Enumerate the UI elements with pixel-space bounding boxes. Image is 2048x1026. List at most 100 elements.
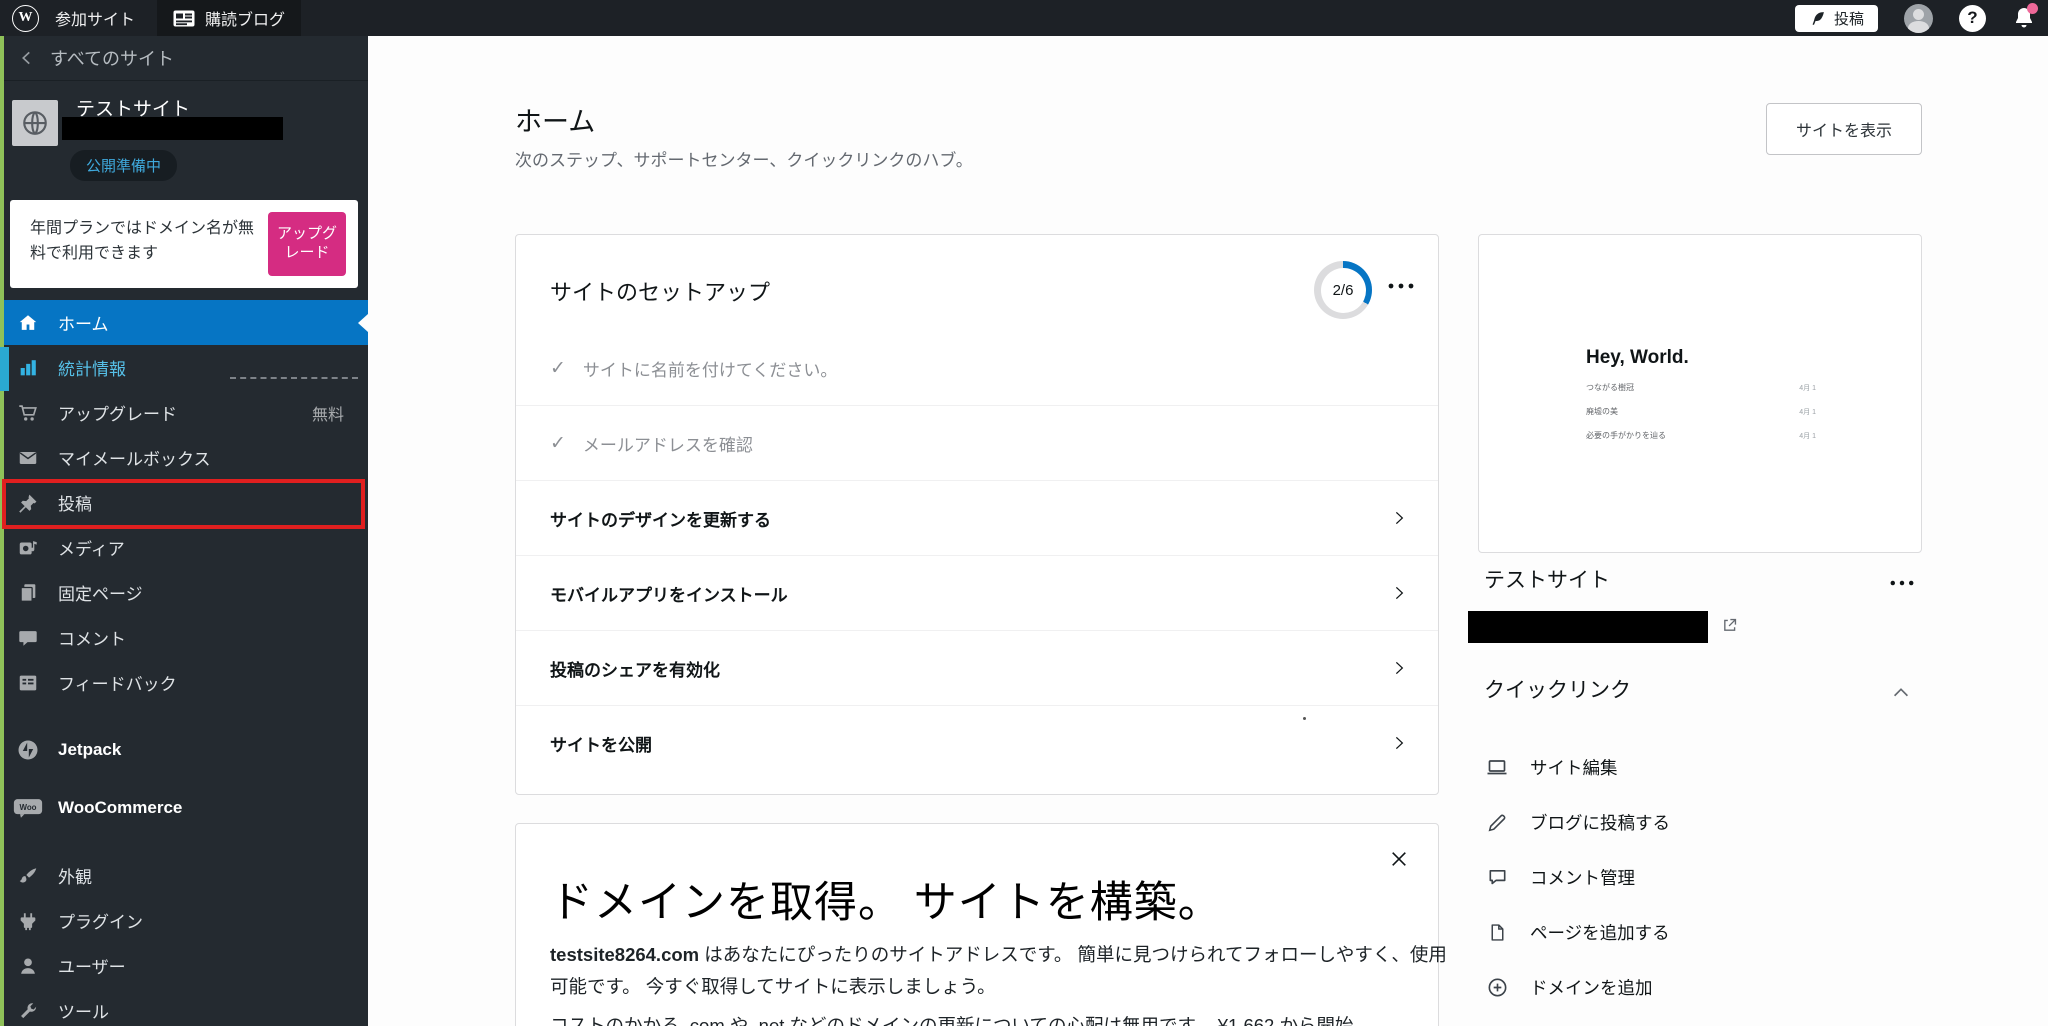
- sidebar-item-label: フィードバック: [58, 670, 177, 695]
- sidebar-item-label: マイメールボックス: [58, 445, 211, 470]
- annotation-red-box: [2, 479, 365, 529]
- quick-link-label: ページを追加する: [1530, 920, 1670, 945]
- preview-post-date: 4月 1: [1799, 431, 1816, 441]
- plugin-icon: [13, 910, 43, 932]
- notification-dot: [2027, 3, 2038, 14]
- external-link-icon[interactable]: [1721, 617, 1738, 634]
- task-name-your-site[interactable]: ✓ サイトに名前を付けてください。: [516, 331, 1438, 405]
- task-label: メールアドレスを確認: [583, 431, 753, 456]
- back-chevron-icon: [18, 49, 36, 67]
- task-enable-sharing[interactable]: 投稿のシェアを有効化: [516, 630, 1438, 705]
- topbar-left: W 参加サイト 購読ブログ: [0, 0, 301, 36]
- sidebar-item-inbox[interactable]: マイメールボックス: [0, 435, 368, 480]
- check-icon: ✓: [550, 432, 566, 455]
- all-sites-back-link[interactable]: すべてのサイト: [0, 36, 368, 81]
- preview-post-row: 廃墟の美 4月 1: [1586, 406, 1816, 417]
- sidebar-item-label: 投稿: [58, 490, 92, 515]
- plus-circle-icon: [1484, 976, 1510, 999]
- notifications-bell-icon[interactable]: [2012, 6, 2036, 30]
- sidebar-item-jetpack[interactable]: Jetpack: [0, 721, 368, 779]
- preview-post-row: つながる樹冠 4月 1: [1586, 382, 1816, 393]
- setup-card-title: サイトのセットアップ: [550, 275, 770, 307]
- preview-post-date: 4月 1: [1799, 383, 1816, 393]
- sidebar-item-posts[interactable]: 投稿: [0, 480, 368, 525]
- suggested-domain: testsite8264.com: [550, 944, 699, 965]
- task-label: サイトのデザインを更新する: [550, 506, 771, 531]
- quick-link-write-post[interactable]: ブログに投稿する: [1484, 795, 1922, 850]
- my-sites-label: 参加サイト: [55, 6, 135, 30]
- site-preview-card[interactable]: Hey, World. つながる樹冠 4月 1 廃墟の美 4月 1 必要の手がか…: [1478, 234, 1922, 553]
- preview-post-title: 廃墟の美: [1586, 406, 1618, 417]
- sidebar-item-tools[interactable]: ツール: [0, 988, 368, 1026]
- wordpress-logo-icon[interactable]: W: [12, 5, 39, 32]
- quick-link-label: ドメインを追加: [1530, 975, 1653, 1000]
- sidebar-item-label: コメント: [58, 625, 126, 650]
- sidebar-item-users[interactable]: ユーザー: [0, 943, 368, 988]
- preview-post-title: つながる樹冠: [1586, 382, 1634, 393]
- task-install-app[interactable]: モバイルアプリをインストール: [516, 555, 1438, 630]
- rail-site-title: テストサイト: [1484, 564, 1610, 594]
- right-rail: Hey, World. つながる樹冠 4月 1 廃墟の美 4月 1 必要の手がか…: [1478, 234, 1922, 1026]
- sidebar-item-appearance[interactable]: 外観: [0, 853, 368, 898]
- domain-card-cutoff-line: コストのかかる .com や .net などのドメインの更新についての心配は無用…: [550, 1012, 1452, 1026]
- sidebar-item-media[interactable]: メディア: [0, 525, 368, 570]
- sidebar-item-pages[interactable]: 固定ページ: [0, 570, 368, 615]
- quick-link-add-domain[interactable]: ドメインを追加: [1484, 960, 1922, 1015]
- setup-progress-ring: 2/6: [1314, 261, 1372, 319]
- sidebar-menu: ホーム 統計情報 アップグレード 無料 マイメールボックス 投稿: [0, 300, 368, 1026]
- upgrade-button[interactable]: アップグレード: [268, 212, 346, 276]
- stats-icon: [13, 357, 43, 379]
- chevron-up-icon[interactable]: [1890, 682, 1912, 704]
- site-globe-icon: [12, 100, 58, 146]
- view-site-button[interactable]: サイトを表示: [1766, 103, 1922, 155]
- sidebar-item-stats[interactable]: 統計情報: [0, 345, 368, 390]
- left-edge-green-strip: [0, 36, 4, 1026]
- sidebar-item-label: プラグイン: [58, 908, 143, 933]
- sidebar-item-label: メディア: [58, 535, 125, 560]
- sidebar-item-home[interactable]: ホーム: [0, 300, 368, 345]
- ellipsis-menu-icon[interactable]: [1890, 580, 1914, 586]
- sidebar-item-woocommerce[interactable]: Woo WooCommerce: [0, 779, 368, 837]
- quill-icon: [1809, 10, 1826, 27]
- task-update-design[interactable]: サイトのデザインを更新する: [516, 480, 1438, 555]
- chevron-right-icon: [1390, 659, 1408, 677]
- left-edge-cyan-strip: [0, 347, 9, 391]
- domain-upsell-card: ドメインを取得。 サイトを構築。 testsite8264.com はあなたにぴ…: [515, 823, 1439, 1026]
- free-badge: 無料: [312, 401, 344, 425]
- reader-label: 購読ブログ: [205, 6, 285, 30]
- help-icon[interactable]: ?: [1959, 5, 1986, 32]
- admin-topbar: W 参加サイト 購読ブログ 投稿 ?: [0, 0, 2048, 36]
- redacted-site-url: [1468, 611, 1708, 643]
- help-glyph: ?: [1967, 8, 1977, 28]
- pencil-icon: [1484, 812, 1510, 834]
- users-icon: [13, 955, 43, 977]
- chevron-right-icon: [1390, 584, 1408, 602]
- sidebar-item-feedback[interactable]: フィードバック: [0, 660, 368, 705]
- woocommerce-icon: Woo: [13, 797, 43, 819]
- my-sites-menu[interactable]: 参加サイト: [39, 0, 151, 36]
- redacted-site-url: [62, 117, 283, 140]
- setup-progress-label: 2/6: [1321, 268, 1366, 313]
- close-icon[interactable]: [1390, 850, 1408, 868]
- task-label: サイトに名前を付けてください。: [583, 356, 838, 381]
- sidebar-item-label: 統計情報: [58, 355, 126, 380]
- quick-link-edit-site[interactable]: サイト編集: [1484, 740, 1922, 795]
- quick-links-list: サイト編集 ブログに投稿する コメント管理 ページを追加する ドメインを追加: [1484, 740, 1922, 1015]
- sidebar-item-comments[interactable]: コメント: [0, 615, 368, 660]
- sidebar-item-plugins[interactable]: プラグイン: [0, 898, 368, 943]
- ellipsis-menu-icon[interactable]: [1388, 283, 1414, 289]
- task-launch-site[interactable]: サイトを公開: [516, 705, 1438, 780]
- task-verify-email[interactable]: ✓ メールアドレスを確認: [516, 405, 1438, 480]
- sidebar-item-upgrades[interactable]: アップグレード 無料: [0, 390, 368, 435]
- page-subtitle: 次のステップ、サポートセンター、クイックリンクのハブ。: [515, 146, 973, 171]
- sidebar-item-label: 外観: [58, 863, 92, 888]
- quick-link-manage-comments[interactable]: コメント管理: [1484, 850, 1922, 905]
- new-post-button[interactable]: 投稿: [1795, 5, 1878, 32]
- media-icon: [13, 537, 43, 559]
- mail-icon: [13, 447, 43, 469]
- reader-menu[interactable]: 購読ブログ: [157, 0, 301, 36]
- task-label: 投稿のシェアを有効化: [550, 656, 720, 681]
- comment-icon: [13, 627, 43, 649]
- avatar[interactable]: [1904, 4, 1933, 33]
- quick-link-add-page[interactable]: ページを追加する: [1484, 905, 1922, 960]
